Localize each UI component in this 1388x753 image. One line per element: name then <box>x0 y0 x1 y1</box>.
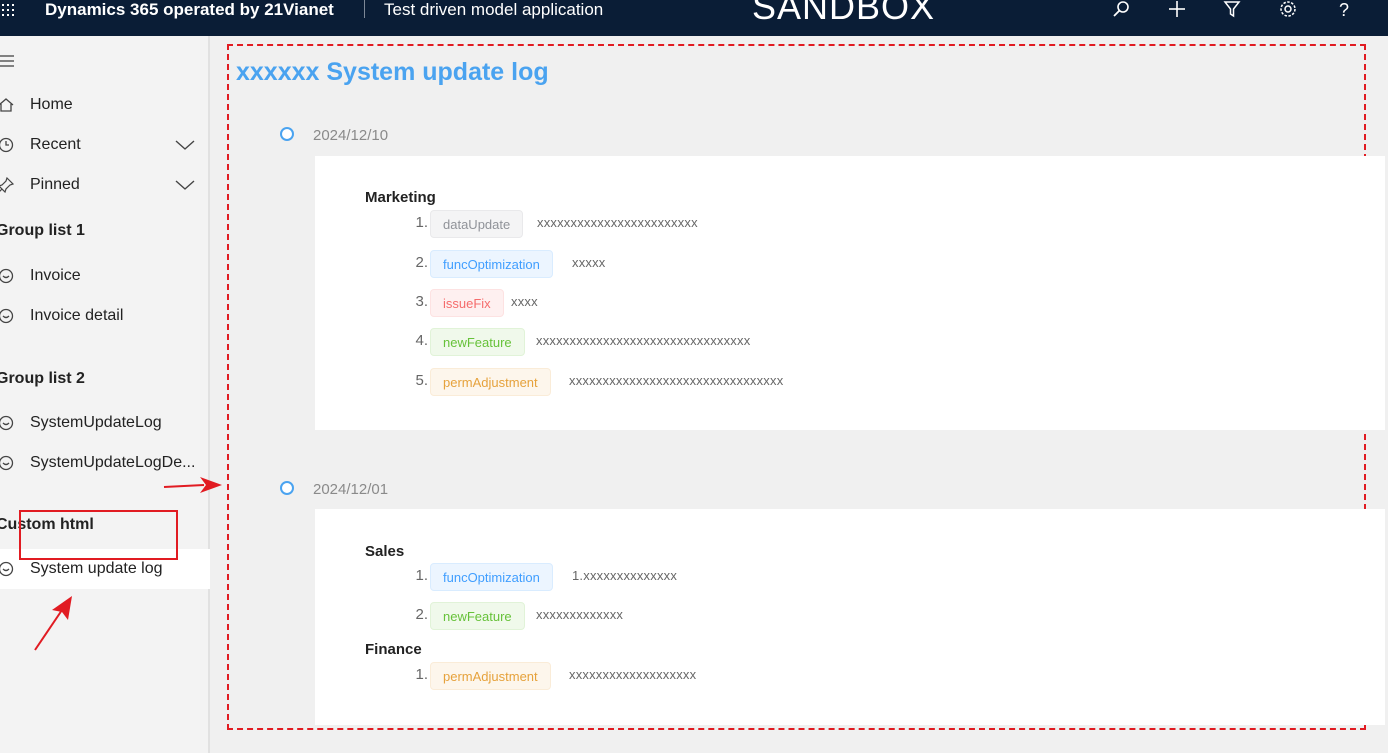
entry-date: 2024/12/01 <box>313 481 389 498</box>
chevron-down-icon[interactable] <box>174 138 196 152</box>
group-header-1: Group list 1 <box>0 222 85 239</box>
item-text: xxxx <box>511 294 538 309</box>
top-bar: Dynamics 365 operated by 21Vianet Test d… <box>0 0 1388 36</box>
sidebar-item-label: Home <box>30 96 73 113</box>
hamburger-icon[interactable] <box>0 54 16 68</box>
item-text: xxxxxxxxxxxxxxxxxxxxxxxxxxxxxxxx <box>536 333 751 348</box>
annotation-arrow-right-icon <box>163 477 222 493</box>
category-name: Finance <box>365 641 422 658</box>
pin-icon <box>0 177 14 193</box>
topbar-divider <box>364 0 365 18</box>
tag-badge: funcOptimization <box>430 250 553 278</box>
timeline-dot <box>280 127 294 141</box>
page-title: xxxxxx System update log <box>236 58 549 86</box>
sidebar-item-systemupdatelog[interactable]: SystemUpdateLog <box>0 405 210 441</box>
timeline-dot <box>280 481 294 495</box>
product-brand[interactable]: Dynamics 365 operated by 21Vianet <box>45 0 334 19</box>
entry-date: 2024/12/10 <box>313 127 389 144</box>
sidebar-item-invoice-detail[interactable]: Invoice detail <box>0 298 210 334</box>
search-icon[interactable] <box>1110 0 1132 20</box>
filter-icon[interactable] <box>1221 0 1243 20</box>
entity-icon <box>0 268 14 284</box>
item-number: 2. <box>415 606 428 623</box>
tag-badge: permAdjustment <box>430 368 551 396</box>
annotation-highlight-box <box>19 510 178 560</box>
item-text: xxxxx <box>572 255 606 270</box>
help-icon[interactable]: ? <box>1333 0 1355 20</box>
environment-label: SANDBOX <box>752 0 936 27</box>
sidebar-item-pinned[interactable]: Pinned <box>0 167 210 203</box>
sidebar-item-recent[interactable]: Recent <box>0 127 210 163</box>
clock-icon <box>0 137 14 153</box>
tag-badge: issueFix <box>430 289 504 317</box>
item-text: xxxxxxxxxxxxxxxxxxxxxxxxxxxxxxxx <box>569 373 784 388</box>
item-number: 2. <box>415 254 428 271</box>
sidebar-item-label: Invoice detail <box>30 307 124 324</box>
sidebar-item-label: Recent <box>30 136 81 153</box>
item-text: xxxxxxxxxxxxx <box>536 607 624 622</box>
sidebar-item-label: Pinned <box>30 176 80 193</box>
gear-icon[interactable] <box>1277 0 1299 20</box>
entity-icon <box>0 415 14 431</box>
category-name: Marketing <box>365 189 436 206</box>
item-number: 3. <box>415 293 428 310</box>
tag-badge: permAdjustment <box>430 662 551 690</box>
annotation-arrow-up-icon <box>34 596 72 651</box>
entity-icon <box>0 455 14 471</box>
item-number: 1. <box>415 567 428 584</box>
item-text: xxxxxxxxxxxxxxxxxxx <box>569 667 697 682</box>
item-number: 4. <box>415 332 428 349</box>
item-number: 1. <box>415 214 428 231</box>
chevron-down-icon[interactable] <box>174 178 196 192</box>
item-number: 1. <box>415 666 428 683</box>
entity-icon <box>0 308 14 324</box>
home-icon <box>0 98 14 112</box>
tag-badge: dataUpdate <box>430 210 524 238</box>
group-header-2: Group list 2 <box>0 370 85 387</box>
tag-badge: newFeature <box>430 602 525 630</box>
sidebar-item-label: Invoice <box>30 267 81 284</box>
item-number: 5. <box>415 372 428 389</box>
sidebar-item-label: System update log <box>30 560 163 577</box>
sidebar-item-invoice[interactable]: Invoice <box>0 258 210 294</box>
item-text: xxxxxxxxxxxxxxxxxxxxxxxx <box>537 215 698 230</box>
item-text: 1.xxxxxxxxxxxxxx <box>572 568 678 583</box>
tag-badge: funcOptimization <box>430 563 553 591</box>
sidebar-item-label: SystemUpdateLog <box>30 414 162 431</box>
plus-icon[interactable] <box>1166 0 1188 20</box>
waffle-icon[interactable] <box>0 1 20 19</box>
tag-badge: newFeature <box>430 328 525 356</box>
category-name: Sales <box>365 543 405 560</box>
sidebar-item-home[interactable]: Home <box>0 87 210 123</box>
entity-icon <box>0 561 14 577</box>
app-name[interactable]: Test driven model application <box>384 0 603 19</box>
sidebar-item-label: SystemUpdateLogDe... <box>30 454 196 471</box>
